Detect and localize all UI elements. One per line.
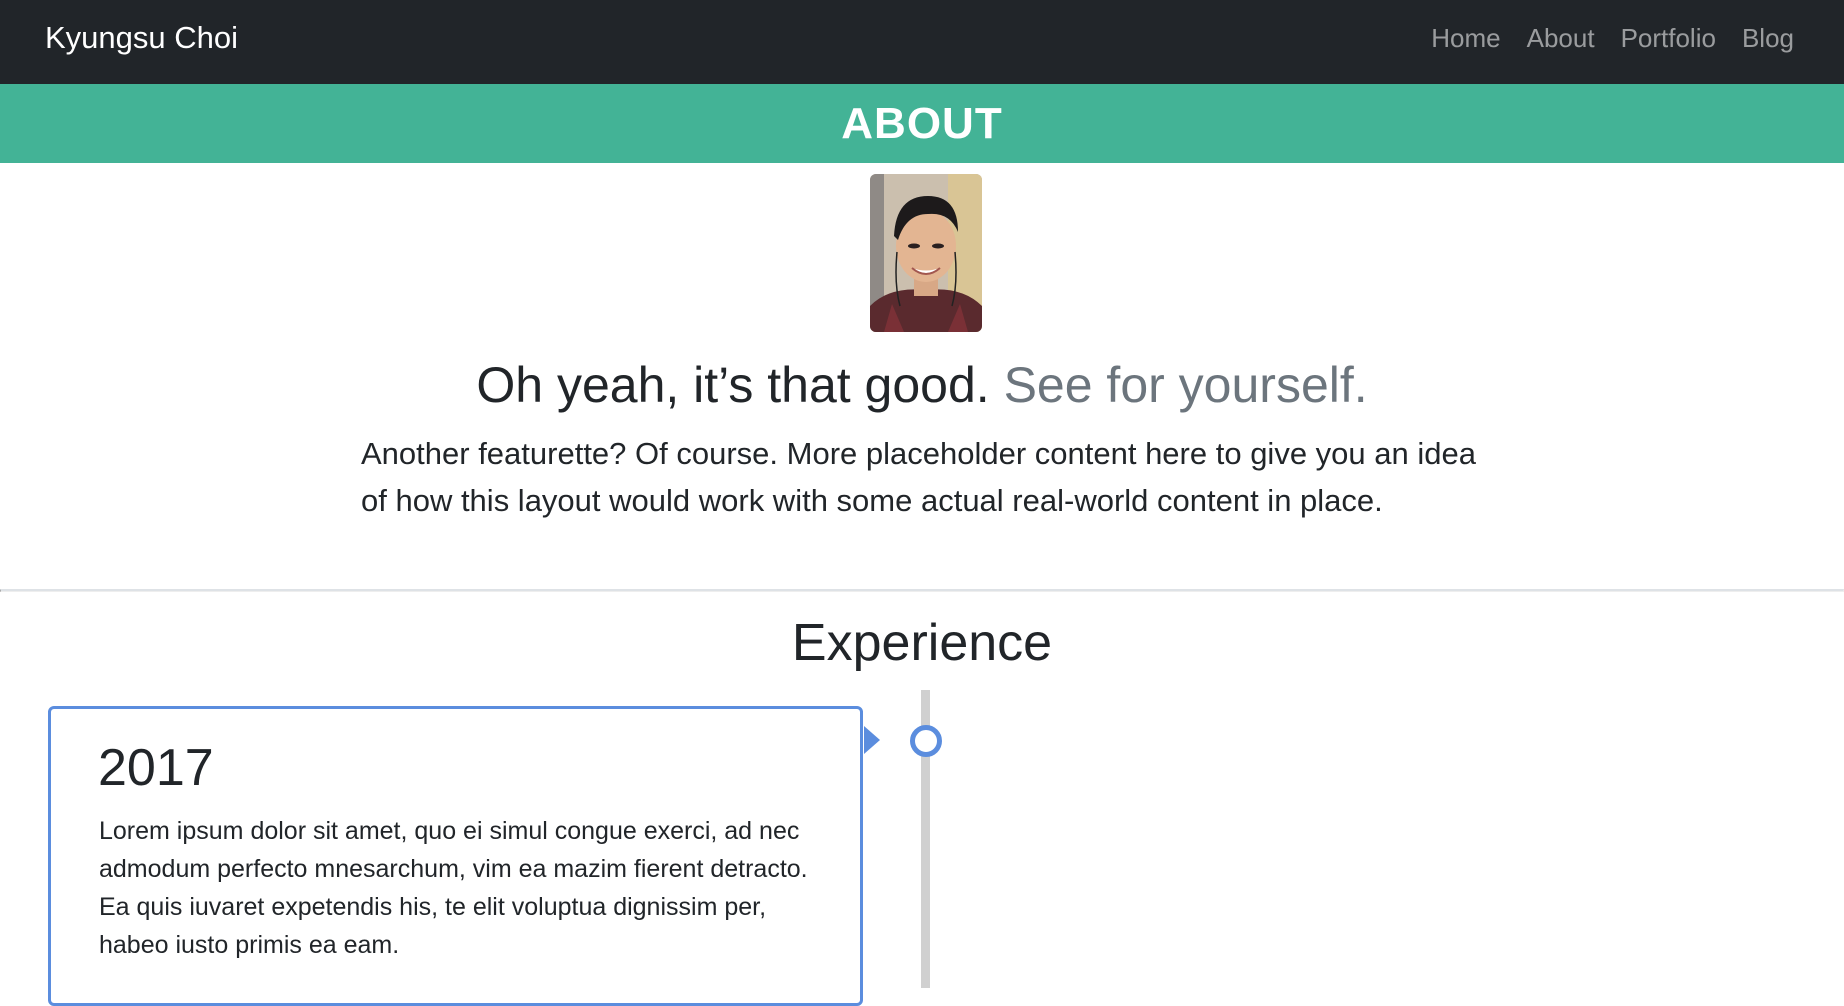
nav-link-blog[interactable]: Blog [1742, 22, 1794, 54]
nav-link-home[interactable]: Home [1431, 22, 1500, 54]
section-divider [0, 589, 1844, 592]
nav-link-about[interactable]: About [1527, 22, 1595, 54]
experience-year: 2017 [98, 739, 214, 797]
profile-photo-illustration [870, 174, 982, 332]
experience-title: Experience [791, 614, 1053, 672]
featurette-lead: Another featurette? Of course. More plac… [361, 436, 1476, 518]
nav-link-portfolio[interactable]: Portfolio [1621, 22, 1716, 54]
brand-link[interactable]: Kyungsu Choi [45, 20, 238, 56]
experience-description: Lorem ipsum dolor sit amet, quo ei simul… [99, 817, 808, 959]
page-title: ABOUT [841, 98, 1003, 148]
featurette-heading-main: Oh yeah, it’s that good. [476, 357, 990, 413]
featurette-heading-muted: See for yourself. [1003, 357, 1368, 413]
top-navbar: Kyungsu Choi Home About Portfolio Blog [0, 0, 1844, 84]
featurette-heading: Oh yeah, it’s that good. See for yoursel… [0, 353, 1844, 417]
page-banner: ABOUT [0, 84, 1844, 163]
card-pointer-icon [864, 726, 880, 754]
nav-links: Home About Portfolio Blog [1431, 22, 1794, 54]
timeline-marker-icon [910, 725, 942, 757]
profile-photo [870, 174, 982, 332]
